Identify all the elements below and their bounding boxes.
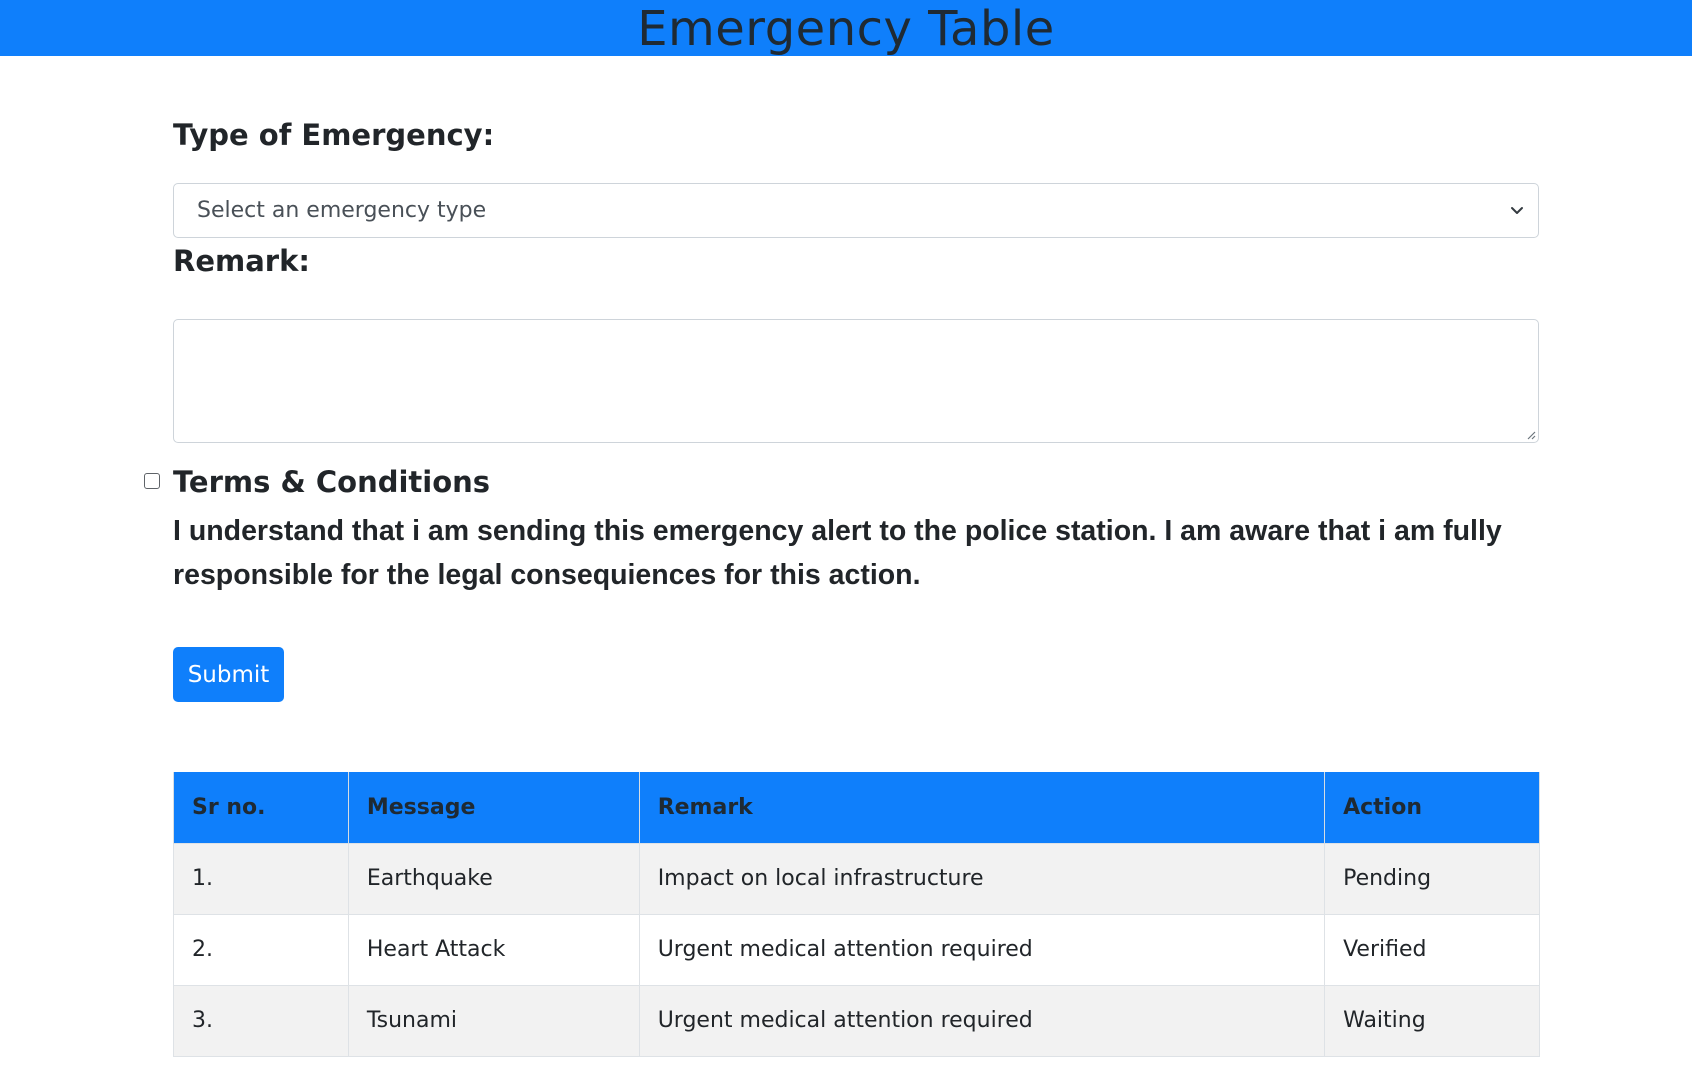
page-title: Emergency Table — [637, 1, 1055, 56]
column-header-sr-no: Sr no. — [173, 772, 349, 843]
chevron-down-icon — [1511, 207, 1523, 214]
remark-textarea[interactable] — [173, 319, 1539, 443]
cell-message: Earthquake — [347, 842, 640, 915]
cell-message: Heart Attack — [347, 913, 640, 986]
cell-sr-no: 3. — [173, 984, 349, 1057]
emergency-table: Sr no. Message Remark Action 1. Earthqua… — [173, 772, 1540, 1057]
column-header-remark: Remark — [638, 772, 1326, 843]
remark-label: Remark: — [173, 244, 310, 278]
cell-sr-no: 1. — [173, 842, 349, 915]
emergency-type-label: Type of Emergency: — [173, 118, 495, 152]
column-header-message: Message — [347, 772, 640, 843]
table-row: 1. Earthquake Impact on local infrastruc… — [173, 842, 1540, 915]
cell-remark: Urgent medical attention required — [638, 984, 1326, 1057]
table-header-row: Sr no. Message Remark Action — [173, 772, 1540, 843]
column-header-action: Action — [1324, 772, 1540, 843]
terms-title: Terms & Conditions — [173, 465, 491, 499]
table-row: 2. Heart Attack Urgent medical attention… — [173, 913, 1540, 986]
cell-remark: Urgent medical attention required — [638, 913, 1326, 986]
emergency-type-select[interactable]: Select an emergency type — [173, 183, 1539, 238]
cell-action: Pending — [1324, 842, 1540, 915]
emergency-type-select-value: Select an emergency type — [197, 198, 487, 223]
cell-message: Tsunami — [347, 984, 640, 1057]
terms-checkbox[interactable] — [144, 473, 160, 489]
cell-sr-no: 2. — [173, 913, 349, 986]
table-row: 3. Tsunami Urgent medical attention requ… — [173, 984, 1540, 1057]
terms-text: I understand that i am sending this emer… — [173, 515, 1502, 591]
cell-action: Verified — [1324, 913, 1540, 986]
resize-handle-icon[interactable] — [1526, 430, 1536, 440]
submit-button[interactable]: Submit — [173, 647, 284, 702]
cell-remark: Impact on local infrastructure — [638, 842, 1326, 915]
page-header: Emergency Table — [0, 0, 1692, 56]
cell-action: Waiting — [1324, 984, 1540, 1057]
